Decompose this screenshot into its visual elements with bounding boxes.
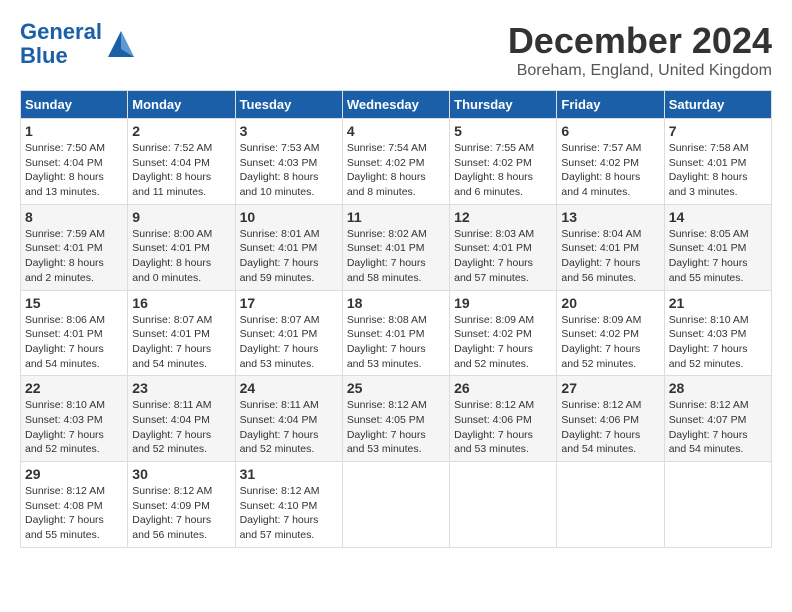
table-row: 6Sunrise: 7:57 AMSunset: 4:02 PMDaylight… — [557, 119, 664, 205]
table-row: 30Sunrise: 8:12 AMSunset: 4:09 PMDayligh… — [128, 462, 235, 548]
col-wednesday: Wednesday — [342, 91, 449, 119]
table-row: 28Sunrise: 8:12 AMSunset: 4:07 PMDayligh… — [664, 376, 771, 462]
calendar-row-3: 15Sunrise: 8:06 AMSunset: 4:01 PMDayligh… — [21, 290, 772, 376]
table-row: 4Sunrise: 7:54 AMSunset: 4:02 PMDaylight… — [342, 119, 449, 205]
logo-text: GeneralBlue — [20, 20, 102, 68]
table-row: 21Sunrise: 8:10 AMSunset: 4:03 PMDayligh… — [664, 290, 771, 376]
title-section: December 2024 Boreham, England, United K… — [508, 20, 772, 80]
table-row: 26Sunrise: 8:12 AMSunset: 4:06 PMDayligh… — [450, 376, 557, 462]
table-row: 7Sunrise: 7:58 AMSunset: 4:01 PMDaylight… — [664, 119, 771, 205]
calendar-row-5: 29Sunrise: 8:12 AMSunset: 4:08 PMDayligh… — [21, 462, 772, 548]
table-row: 5Sunrise: 7:55 AMSunset: 4:02 PMDaylight… — [450, 119, 557, 205]
col-thursday: Thursday — [450, 91, 557, 119]
header-row: Sunday Monday Tuesday Wednesday Thursday… — [21, 91, 772, 119]
col-friday: Friday — [557, 91, 664, 119]
table-row: 17Sunrise: 8:07 AMSunset: 4:01 PMDayligh… — [235, 290, 342, 376]
table-row: 20Sunrise: 8:09 AMSunset: 4:02 PMDayligh… — [557, 290, 664, 376]
table-row: 31Sunrise: 8:12 AMSunset: 4:10 PMDayligh… — [235, 462, 342, 548]
table-row: 16Sunrise: 8:07 AMSunset: 4:01 PMDayligh… — [128, 290, 235, 376]
table-row — [450, 462, 557, 548]
table-row: 2Sunrise: 7:52 AMSunset: 4:04 PMDaylight… — [128, 119, 235, 205]
col-sunday: Sunday — [21, 91, 128, 119]
table-row: 3Sunrise: 7:53 AMSunset: 4:03 PMDaylight… — [235, 119, 342, 205]
col-tuesday: Tuesday — [235, 91, 342, 119]
col-saturday: Saturday — [664, 91, 771, 119]
calendar-row-2: 8Sunrise: 7:59 AMSunset: 4:01 PMDaylight… — [21, 204, 772, 290]
table-row: 19Sunrise: 8:09 AMSunset: 4:02 PMDayligh… — [450, 290, 557, 376]
table-row: 13Sunrise: 8:04 AMSunset: 4:01 PMDayligh… — [557, 204, 664, 290]
table-row — [342, 462, 449, 548]
table-row: 1Sunrise: 7:50 AMSunset: 4:04 PMDaylight… — [21, 119, 128, 205]
table-row: 10Sunrise: 8:01 AMSunset: 4:01 PMDayligh… — [235, 204, 342, 290]
table-row: 18Sunrise: 8:08 AMSunset: 4:01 PMDayligh… — [342, 290, 449, 376]
table-row — [664, 462, 771, 548]
table-row — [557, 462, 664, 548]
table-row: 8Sunrise: 7:59 AMSunset: 4:01 PMDaylight… — [21, 204, 128, 290]
calendar-table: Sunday Monday Tuesday Wednesday Thursday… — [20, 90, 772, 548]
calendar-row-4: 22Sunrise: 8:10 AMSunset: 4:03 PMDayligh… — [21, 376, 772, 462]
table-row: 9Sunrise: 8:00 AMSunset: 4:01 PMDaylight… — [128, 204, 235, 290]
table-row: 11Sunrise: 8:02 AMSunset: 4:01 PMDayligh… — [342, 204, 449, 290]
page-header: GeneralBlue December 2024 Boreham, Engla… — [20, 20, 772, 80]
table-row: 12Sunrise: 8:03 AMSunset: 4:01 PMDayligh… — [450, 204, 557, 290]
table-row: 15Sunrise: 8:06 AMSunset: 4:01 PMDayligh… — [21, 290, 128, 376]
table-row: 23Sunrise: 8:11 AMSunset: 4:04 PMDayligh… — [128, 376, 235, 462]
logo-icon — [106, 29, 136, 59]
month-title: December 2024 — [508, 20, 772, 62]
table-row: 22Sunrise: 8:10 AMSunset: 4:03 PMDayligh… — [21, 376, 128, 462]
table-row: 14Sunrise: 8:05 AMSunset: 4:01 PMDayligh… — [664, 204, 771, 290]
table-row: 24Sunrise: 8:11 AMSunset: 4:04 PMDayligh… — [235, 376, 342, 462]
calendar-row-1: 1Sunrise: 7:50 AMSunset: 4:04 PMDaylight… — [21, 119, 772, 205]
logo: GeneralBlue — [20, 20, 136, 68]
location: Boreham, England, United Kingdom — [508, 62, 772, 80]
table-row: 25Sunrise: 8:12 AMSunset: 4:05 PMDayligh… — [342, 376, 449, 462]
col-monday: Monday — [128, 91, 235, 119]
table-row: 27Sunrise: 8:12 AMSunset: 4:06 PMDayligh… — [557, 376, 664, 462]
table-row: 29Sunrise: 8:12 AMSunset: 4:08 PMDayligh… — [21, 462, 128, 548]
